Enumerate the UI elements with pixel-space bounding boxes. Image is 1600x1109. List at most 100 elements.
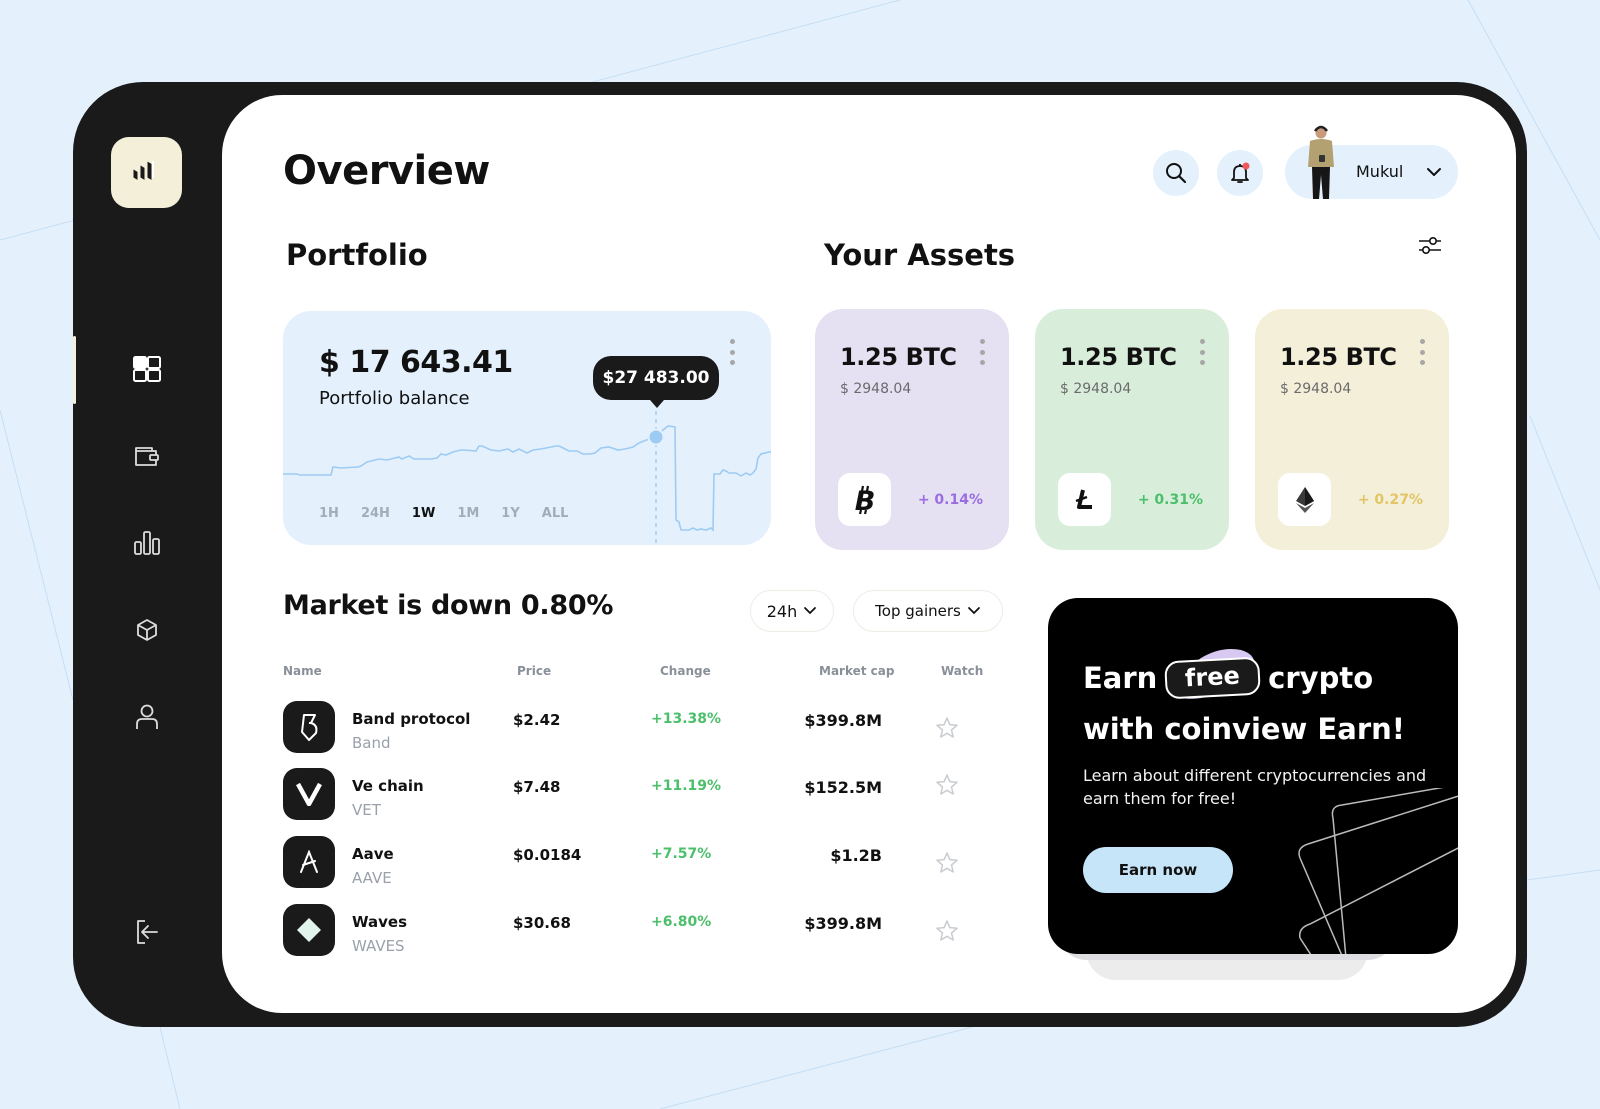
- page-title: Overview: [283, 148, 490, 194]
- search-icon: [1166, 163, 1187, 184]
- waves-icon: [283, 904, 335, 956]
- vechain-icon: [283, 768, 335, 820]
- range-tab[interactable]: 1H: [319, 506, 339, 521]
- free-badge-label: free: [1164, 656, 1262, 700]
- asset-card-litecoin[interactable]: 1.25 BTC $ 2948.04 + 0.31%: [1035, 309, 1229, 550]
- asset-change: + 0.31%: [1137, 492, 1203, 508]
- asset-usd-value: $ 2948.04: [1060, 381, 1132, 397]
- coin-change: +13.38%: [651, 711, 722, 727]
- chart-tooltip: $27 483.00: [593, 356, 719, 408]
- asset-usd-value: $ 2948.04: [840, 381, 912, 397]
- table-row[interactable]: Band protocol Band $2.42 +13.38% $399.8M: [283, 701, 983, 755]
- dashboard-icon: [133, 356, 161, 382]
- asset-card-bitcoin[interactable]: 1.25 BTC $ 2948.04 B + 0.14%: [815, 309, 1009, 550]
- range-tab[interactable]: 24H: [361, 506, 390, 521]
- app-logo[interactable]: [111, 137, 182, 208]
- coin-symbol: WAVES: [352, 937, 405, 955]
- portfolio-card: $ 17 643.41 Portfolio balance $27 483.00…: [283, 311, 771, 545]
- logout-icon: [137, 920, 158, 944]
- litecoin-icon: [1075, 489, 1092, 509]
- range-tab-active[interactable]: 1W: [412, 506, 435, 521]
- free-badge: free: [1164, 649, 1262, 700]
- avatar: [1308, 125, 1334, 199]
- bar-chart-icon: [134, 531, 160, 555]
- filter-dropdown-value: Top gainers: [875, 602, 961, 620]
- asset-more-button[interactable]: [1417, 339, 1427, 365]
- bitcoin-icon: B: [854, 485, 875, 515]
- coin-price: $30.68: [513, 914, 571, 932]
- search-button[interactable]: [1153, 150, 1199, 196]
- range-tab[interactable]: 1Y: [501, 506, 519, 521]
- coin-change: +11.19%: [651, 778, 722, 794]
- watch-star-icon[interactable]: [935, 919, 959, 943]
- coin-name: Band protocol: [352, 710, 471, 728]
- coin-badge: [1058, 473, 1111, 526]
- coin-market-cap: $399.8M: [804, 711, 882, 730]
- asset-amount: 1.25 BTC: [840, 343, 957, 371]
- column-header-name: Name: [283, 664, 322, 678]
- column-header-price: Price: [517, 664, 552, 678]
- active-nav-indicator: [73, 336, 76, 404]
- watch-star-icon[interactable]: [935, 851, 959, 875]
- column-header-change: Change: [660, 664, 711, 678]
- promo-headline-line2: with coinview Earn!: [1083, 712, 1405, 746]
- notification-dot: [1242, 162, 1250, 170]
- filter-settings-icon[interactable]: [1418, 235, 1442, 257]
- sidebar-item-wallet[interactable]: [123, 432, 171, 480]
- sidebar-item-products[interactable]: [123, 606, 171, 654]
- logo-icon: [132, 159, 154, 181]
- asset-usd-value: $ 2948.04: [1280, 381, 1352, 397]
- main-panel: Overview Mukul Portfolio Your Assets $ 1…: [222, 95, 1516, 1013]
- chart-marker[interactable]: [647, 428, 665, 446]
- assets-title: Your Assets: [824, 238, 1016, 272]
- table-row[interactable]: Aave AAVE $0.0184 +7.57% $1.2B: [283, 836, 983, 890]
- chevron-down-icon: [967, 607, 980, 615]
- promo-headline-text: Earn: [1083, 660, 1158, 695]
- watch-star-icon[interactable]: [935, 773, 959, 797]
- asset-amount: 1.25 BTC: [1280, 343, 1397, 371]
- filter-dropdown[interactable]: Top gainers: [853, 590, 1003, 632]
- chevron-down-icon: [1427, 168, 1441, 176]
- period-dropdown[interactable]: 24h: [750, 590, 834, 632]
- range-tab[interactable]: 1M: [457, 506, 479, 521]
- portfolio-balance: $ 17 643.41: [319, 345, 513, 380]
- coin-symbol: Band: [352, 734, 391, 752]
- asset-change: + 0.27%: [1357, 492, 1423, 508]
- column-header-market-cap: Market cap: [819, 664, 895, 678]
- band-protocol-icon: [283, 701, 335, 753]
- market-status-title: Market is down 0.80%: [283, 590, 614, 621]
- asset-more-button[interactable]: [1197, 339, 1207, 365]
- user-menu[interactable]: Mukul: [1285, 125, 1458, 199]
- coin-price: $0.0184: [513, 846, 582, 864]
- promo-description: Learn about different cryptocurrencies a…: [1083, 766, 1427, 808]
- sidebar-item-profile[interactable]: [123, 693, 171, 741]
- logout-button[interactable]: [123, 908, 171, 956]
- user-icon: [136, 704, 158, 729]
- chevron-down-icon: [804, 607, 817, 615]
- sidebar-item-statistics[interactable]: [123, 519, 171, 567]
- coin-price: $2.42: [513, 711, 561, 729]
- bell-icon: [1231, 162, 1250, 183]
- coin-market-cap: $152.5M: [804, 778, 882, 797]
- table-row[interactable]: Waves WAVES $30.68 +6.80% $399.8M: [283, 904, 983, 958]
- sidebar-item-dashboard[interactable]: [123, 345, 171, 393]
- sidebar: [73, 82, 221, 1027]
- column-header-watch: Watch: [941, 664, 984, 678]
- user-name: Mukul: [1356, 162, 1404, 181]
- coin-price: $7.48: [513, 778, 561, 796]
- coin-market-cap: $1.2B: [830, 846, 882, 865]
- asset-more-button[interactable]: [977, 339, 987, 365]
- portfolio-more-button[interactable]: [727, 339, 737, 365]
- table-row[interactable]: Ve chain VET $7.48 +11.19% $152.5M: [283, 768, 983, 822]
- portfolio-title: Portfolio: [286, 238, 428, 272]
- range-tab[interactable]: ALL: [542, 506, 569, 521]
- coin-badge: B: [838, 473, 891, 526]
- notifications-button[interactable]: [1217, 150, 1263, 196]
- asset-card-ethereum[interactable]: 1.25 BTC $ 2948.04 + 0.27%: [1255, 309, 1449, 550]
- period-dropdown-value: 24h: [766, 601, 798, 621]
- decorative-cards-icon: [1298, 788, 1458, 954]
- wallet-icon: [135, 447, 159, 466]
- earn-now-button[interactable]: Earn now: [1083, 847, 1233, 893]
- asset-amount: 1.25 BTC: [1060, 343, 1177, 371]
- watch-star-icon[interactable]: [935, 716, 959, 740]
